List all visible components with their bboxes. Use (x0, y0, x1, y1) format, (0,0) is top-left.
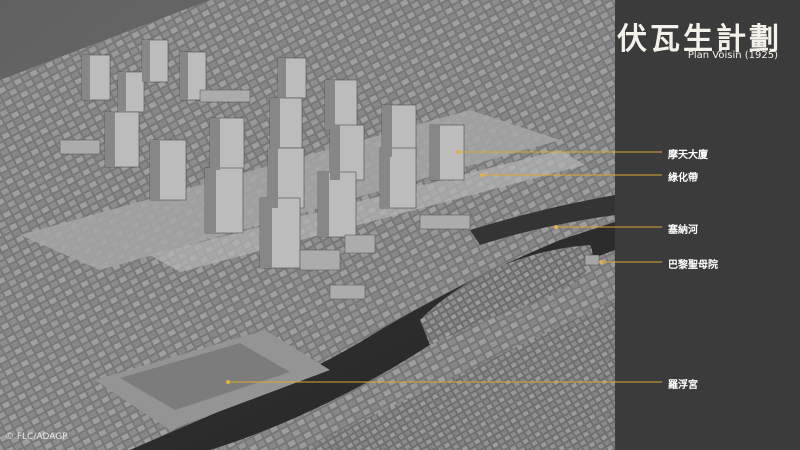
annotation-dot (456, 150, 460, 154)
slide: 伏瓦生計劃 Plan Voisin (1925) 摩天大廈 綠化帶 塞納河 巴黎… (0, 0, 800, 450)
annotation-notre-dame: 巴黎聖母院 (668, 260, 718, 271)
annotation-skyscrapers: 摩天大廈 (668, 150, 708, 161)
annotation-dot (599, 260, 603, 264)
annotation-louvre: 羅浮宮 (668, 380, 698, 391)
copyright-credit: © FLC/ADAGP (5, 432, 68, 442)
annotation-seine: 塞納河 (668, 225, 698, 236)
annotation-dot (554, 225, 558, 229)
annotation-greenbelt: 綠化帶 (668, 173, 698, 184)
annotation-dot (226, 380, 230, 384)
annotation-dot (480, 173, 484, 177)
